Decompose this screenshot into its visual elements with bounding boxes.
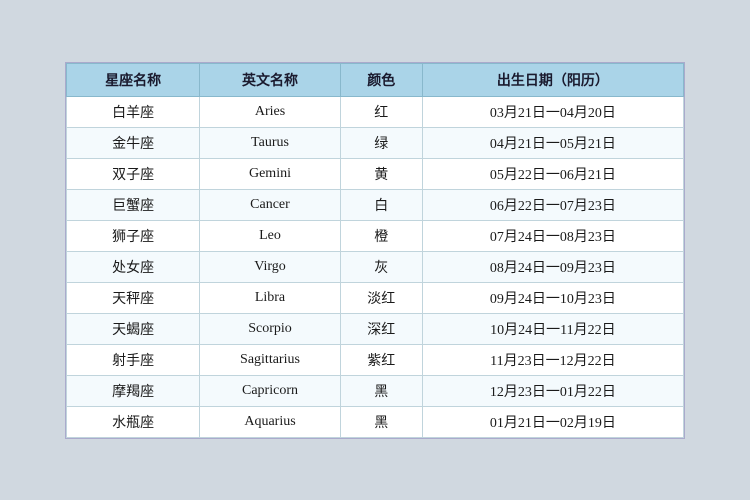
table-cell: 双子座 bbox=[67, 158, 200, 189]
table-cell: Virgo bbox=[200, 251, 340, 282]
table-cell: 水瓶座 bbox=[67, 406, 200, 437]
table-cell: 白羊座 bbox=[67, 96, 200, 127]
table-cell: 08月24日一09月23日 bbox=[422, 251, 683, 282]
table-cell: Sagittarius bbox=[200, 344, 340, 375]
table-cell: 白 bbox=[340, 189, 422, 220]
table-cell: 摩羯座 bbox=[67, 375, 200, 406]
table-cell: 狮子座 bbox=[67, 220, 200, 251]
table-cell: 深红 bbox=[340, 313, 422, 344]
table-cell: 黑 bbox=[340, 406, 422, 437]
table-row: 处女座Virgo灰08月24日一09月23日 bbox=[67, 251, 684, 282]
table-cell: 金牛座 bbox=[67, 127, 200, 158]
table-cell: Taurus bbox=[200, 127, 340, 158]
table-cell: Gemini bbox=[200, 158, 340, 189]
table-cell: 03月21日一04月20日 bbox=[422, 96, 683, 127]
table-cell: 黑 bbox=[340, 375, 422, 406]
table-row: 巨蟹座Cancer白06月22日一07月23日 bbox=[67, 189, 684, 220]
table-cell: Aquarius bbox=[200, 406, 340, 437]
table-header-cell: 颜色 bbox=[340, 63, 422, 96]
table-cell: 绿 bbox=[340, 127, 422, 158]
table-cell: Aries bbox=[200, 96, 340, 127]
table-cell: 01月21日一02月19日 bbox=[422, 406, 683, 437]
table-cell: 射手座 bbox=[67, 344, 200, 375]
table-cell: 淡红 bbox=[340, 282, 422, 313]
table-row: 水瓶座Aquarius黑01月21日一02月19日 bbox=[67, 406, 684, 437]
zodiac-table: 星座名称英文名称颜色出生日期（阳历） 白羊座Aries红03月21日一04月20… bbox=[66, 63, 684, 438]
table-cell: Capricorn bbox=[200, 375, 340, 406]
table-cell: 灰 bbox=[340, 251, 422, 282]
table-cell: Cancer bbox=[200, 189, 340, 220]
table-cell: 11月23日一12月22日 bbox=[422, 344, 683, 375]
table-cell: 处女座 bbox=[67, 251, 200, 282]
table-cell: Scorpio bbox=[200, 313, 340, 344]
table-cell: 09月24日一10月23日 bbox=[422, 282, 683, 313]
table-row: 狮子座Leo橙07月24日一08月23日 bbox=[67, 220, 684, 251]
table-header-row: 星座名称英文名称颜色出生日期（阳历） bbox=[67, 63, 684, 96]
table-cell: 04月21日一05月21日 bbox=[422, 127, 683, 158]
table-header-cell: 星座名称 bbox=[67, 63, 200, 96]
table-cell: 天蝎座 bbox=[67, 313, 200, 344]
table-row: 天蝎座Scorpio深红10月24日一11月22日 bbox=[67, 313, 684, 344]
table-cell: 天秤座 bbox=[67, 282, 200, 313]
table-cell: 黄 bbox=[340, 158, 422, 189]
table-header-cell: 英文名称 bbox=[200, 63, 340, 96]
table-cell: 红 bbox=[340, 96, 422, 127]
table-row: 金牛座Taurus绿04月21日一05月21日 bbox=[67, 127, 684, 158]
table-header-cell: 出生日期（阳历） bbox=[422, 63, 683, 96]
table-body: 白羊座Aries红03月21日一04月20日金牛座Taurus绿04月21日一0… bbox=[67, 96, 684, 437]
table-row: 摩羯座Capricorn黑12月23日一01月22日 bbox=[67, 375, 684, 406]
table-cell: Leo bbox=[200, 220, 340, 251]
table-cell: Libra bbox=[200, 282, 340, 313]
table-cell: 紫红 bbox=[340, 344, 422, 375]
table-cell: 10月24日一11月22日 bbox=[422, 313, 683, 344]
zodiac-table-wrapper: 星座名称英文名称颜色出生日期（阳历） 白羊座Aries红03月21日一04月20… bbox=[65, 62, 685, 439]
table-row: 白羊座Aries红03月21日一04月20日 bbox=[67, 96, 684, 127]
table-cell: 07月24日一08月23日 bbox=[422, 220, 683, 251]
table-cell: 12月23日一01月22日 bbox=[422, 375, 683, 406]
table-cell: 橙 bbox=[340, 220, 422, 251]
table-cell: 05月22日一06月21日 bbox=[422, 158, 683, 189]
table-row: 射手座Sagittarius紫红11月23日一12月22日 bbox=[67, 344, 684, 375]
table-cell: 06月22日一07月23日 bbox=[422, 189, 683, 220]
table-row: 天秤座Libra淡红09月24日一10月23日 bbox=[67, 282, 684, 313]
table-cell: 巨蟹座 bbox=[67, 189, 200, 220]
table-row: 双子座Gemini黄05月22日一06月21日 bbox=[67, 158, 684, 189]
